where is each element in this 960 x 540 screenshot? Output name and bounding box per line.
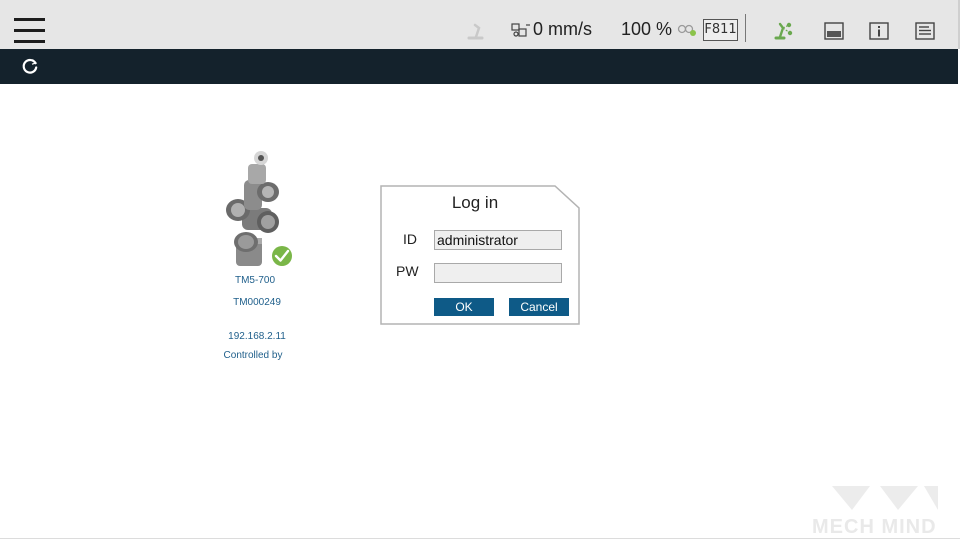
bottom-divider: [0, 538, 960, 539]
function-badge[interactable]: F811: [703, 19, 738, 41]
robot-connection-icon[interactable]: [772, 19, 794, 41]
toolbar-divider: [745, 14, 746, 42]
cancel-button[interactable]: Cancel: [509, 298, 569, 316]
robot-model: TM5-700: [234, 275, 275, 286]
login-dialog: Log in ID PW OK Cancel: [380, 185, 580, 325]
display-icon[interactable]: [824, 22, 844, 40]
watermark-logo-icon: [832, 486, 938, 510]
secondary-bar: [0, 49, 958, 84]
speed-icon: [511, 23, 530, 37]
info-icon[interactable]: [869, 22, 889, 40]
menu-icon[interactable]: [14, 18, 46, 44]
refresh-icon[interactable]: [21, 57, 39, 75]
robot-image[interactable]: [220, 150, 292, 270]
robot-serial: TM000249: [233, 297, 281, 308]
pw-label: PW: [396, 263, 419, 279]
id-label: ID: [403, 231, 417, 247]
password-input[interactable]: [434, 263, 562, 283]
ok-button[interactable]: OK: [434, 298, 494, 316]
speed-percent: 100 %: [621, 19, 673, 39]
robot-arm-icon[interactable]: [466, 21, 486, 41]
log-icon[interactable]: [915, 22, 935, 40]
link-status-icon: [677, 24, 696, 36]
top-toolbar: 0 mm/s 100 % F811: [0, 0, 960, 49]
robot-ip: 192.168.2.11: [228, 331, 286, 342]
speed-readout: 0 mm/s: [533, 19, 593, 39]
id-input[interactable]: [434, 230, 562, 250]
login-title: Log in: [451, 193, 499, 212]
robot-controlled-by: Controlled by: [223, 350, 283, 361]
watermark-text: MECH MIND: [812, 516, 937, 538]
